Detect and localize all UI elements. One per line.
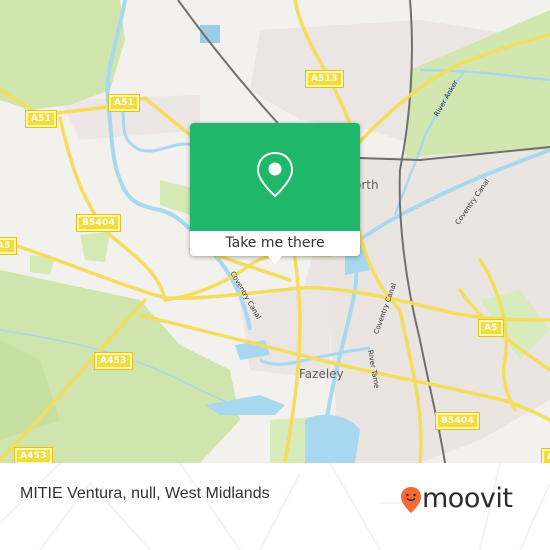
road-label-a513: A513: [305, 70, 344, 88]
location-popup: Take me there: [190, 123, 360, 264]
map[interactable]: A51 A51 B5404 A5 A513 A453 A453 A5 B5404…: [0, 0, 550, 463]
footer: MITIE Ventura, null, West Midlands moovi…: [0, 463, 550, 550]
place-address: MITIE Ventura, null, West Midlands: [20, 485, 270, 502]
road-label-a51: A51: [24, 110, 58, 128]
take-me-there-button[interactable]: Take me there: [190, 231, 360, 257]
moovit-logo[interactable]: moovit: [400, 482, 535, 522]
road-label-b5404: B5404: [76, 214, 121, 232]
road-label-a51: A51: [107, 94, 141, 112]
popup-header: [190, 123, 360, 231]
road-label-a5: A5: [0, 237, 17, 255]
road-label-b5404: B5404: [435, 412, 480, 430]
place-label-fazeley: Fazeley: [299, 367, 344, 381]
moovit-smiley-pin-icon: [401, 487, 421, 513]
road-label-a453: A453: [14, 447, 53, 463]
map-pin-icon: [256, 151, 294, 198]
road-label-a453: A453: [94, 352, 133, 370]
moovit-wordmark: moovit: [422, 483, 513, 514]
popup-tail: [267, 255, 283, 264]
road-label-a5: A5: [478, 319, 504, 337]
road-label-a5: A5: [541, 448, 550, 463]
